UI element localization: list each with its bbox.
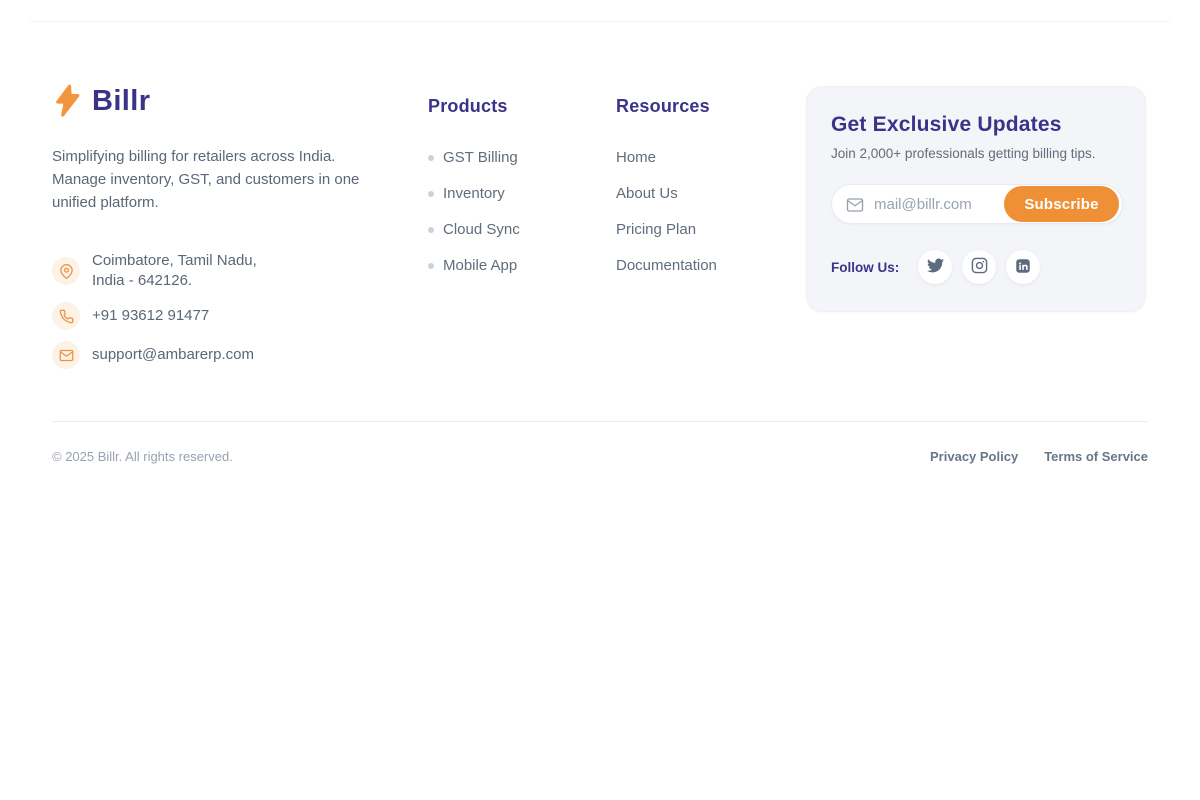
subscribe-button[interactable]: Subscribe <box>1004 186 1119 222</box>
twitter-button[interactable] <box>918 250 952 284</box>
linkedin-button[interactable] <box>1006 250 1040 284</box>
address-line-1: Coimbatore, Tamil Nadu, <box>92 251 257 271</box>
bottom-divider <box>52 421 1148 422</box>
privacy-policy-link[interactable]: Privacy Policy <box>930 449 1018 464</box>
linkedin-icon <box>1014 257 1032 278</box>
product-link-mobile-app[interactable]: Mobile App <box>428 258 520 274</box>
instagram-button[interactable] <box>962 250 996 284</box>
copyright-text: © 2025 Billr. All rights reserved. <box>52 449 233 464</box>
brand-name: Billr <box>92 85 150 118</box>
lightning-bolt-icon <box>52 84 83 119</box>
envelope-icon <box>52 341 80 369</box>
link-label: Pricing Plan <box>616 222 696 238</box>
link-label: Mobile App <box>443 258 517 274</box>
follow-us-label: Follow Us: <box>831 260 899 275</box>
address-line-2: India - 642126. <box>92 271 257 291</box>
footer-page: Billr Simplifying billing for retailers … <box>0 0 1200 800</box>
resource-link-about-us[interactable]: About Us <box>616 186 717 202</box>
resource-link-pricing-plan[interactable]: Pricing Plan <box>616 222 717 238</box>
newsletter-heading: Get Exclusive Updates <box>831 113 1121 137</box>
link-label: GST Billing <box>443 150 518 166</box>
link-label: About Us <box>616 186 678 202</box>
map-pin-icon <box>52 257 80 285</box>
brand-tagline: Simplifying billing for retailers across… <box>52 145 364 214</box>
phone-text: +91 93612 91477 <box>92 306 209 326</box>
terms-of-service-link[interactable]: Terms of Service <box>1044 449 1148 464</box>
phone-icon <box>52 302 80 330</box>
mail-input-icon <box>846 196 864 219</box>
newsletter-card: Get Exclusive Updates Join 2,000+ profes… <box>806 86 1146 312</box>
products-list: GST Billing Inventory Cloud Sync Mobile … <box>428 150 520 274</box>
products-heading: Products <box>428 96 520 117</box>
resource-link-home[interactable]: Home <box>616 150 717 166</box>
products-column: Products GST Billing Inventory Cloud Syn… <box>428 96 520 294</box>
top-divider <box>30 21 1170 22</box>
bottom-bar: © 2025 Billr. All rights reserved. Priva… <box>52 449 1148 464</box>
contact-email[interactable]: support@ambarerp.com <box>52 341 384 369</box>
product-link-cloud-sync[interactable]: Cloud Sync <box>428 222 520 238</box>
legal-links: Privacy Policy Terms of Service <box>930 449 1148 464</box>
instagram-icon <box>971 257 988 277</box>
bullet-icon <box>428 191 434 197</box>
bullet-icon <box>428 227 434 233</box>
link-label: Cloud Sync <box>443 222 520 238</box>
product-link-inventory[interactable]: Inventory <box>428 186 520 202</box>
brand-column: Billr Simplifying billing for retailers … <box>52 84 384 369</box>
product-link-gst-billing[interactable]: GST Billing <box>428 150 520 166</box>
contact-list: Coimbatore, Tamil Nadu, India - 642126. … <box>52 251 384 369</box>
resource-link-documentation[interactable]: Documentation <box>616 258 717 274</box>
resources-column: Resources Home About Us Pricing Plan Doc… <box>616 96 717 294</box>
twitter-icon <box>927 257 944 277</box>
resources-list: Home About Us Pricing Plan Documentation <box>616 150 717 274</box>
bullet-icon <box>428 155 434 161</box>
brand-logo[interactable]: Billr <box>52 84 384 119</box>
contact-address: Coimbatore, Tamil Nadu, India - 642126. <box>52 251 384 291</box>
address-text: Coimbatore, Tamil Nadu, India - 642126. <box>92 251 257 291</box>
link-label: Documentation <box>616 258 717 274</box>
link-label: Inventory <box>443 186 505 202</box>
resources-heading: Resources <box>616 96 717 117</box>
link-label: Home <box>616 150 656 166</box>
subscribe-form: Subscribe <box>831 184 1123 224</box>
email-text: support@ambarerp.com <box>92 345 254 365</box>
newsletter-subheading: Join 2,000+ professionals getting billin… <box>831 146 1121 161</box>
follow-row: Follow Us: <box>831 250 1121 284</box>
bullet-icon <box>428 263 434 269</box>
contact-phone[interactable]: +91 93612 91477 <box>52 302 384 330</box>
